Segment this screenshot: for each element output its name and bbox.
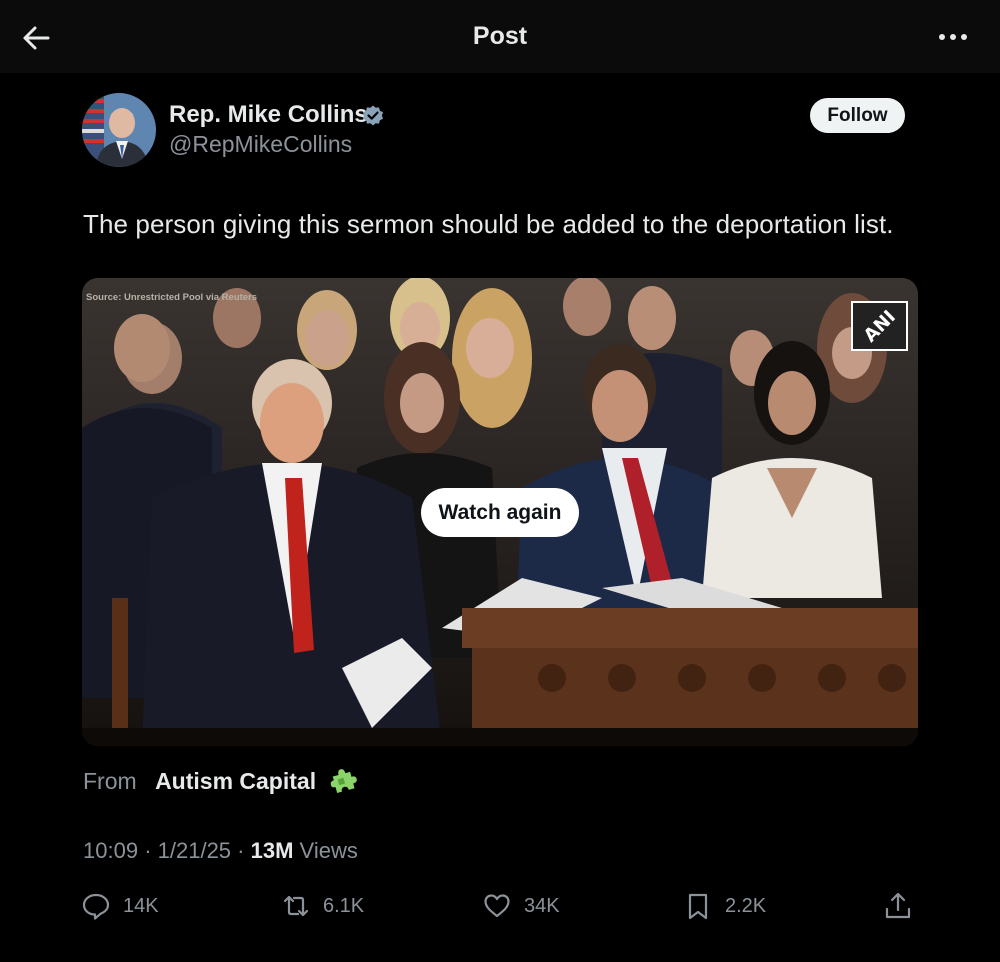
repost-button[interactable]: 6.1K	[281, 889, 364, 923]
views-count: 13M	[250, 838, 294, 863]
video-player[interactable]: Source: Unrestricted Pool via Reuters AN…	[82, 278, 918, 746]
follow-button[interactable]: Follow	[810, 98, 905, 133]
bookmark-icon	[688, 893, 708, 920]
page-title: Post	[472, 22, 528, 50]
post-meta: 10:09 · 1/21/25 · 13M Views	[83, 838, 358, 864]
repost-icon	[283, 895, 309, 917]
reply-button[interactable]: 14K	[81, 889, 159, 923]
verified-badge-icon	[361, 104, 385, 128]
more-options-button[interactable]	[934, 26, 974, 48]
like-count: 34K	[524, 894, 560, 917]
puzzle-piece-icon	[328, 765, 358, 795]
bookmark-count: 2.2K	[725, 894, 767, 917]
heart-icon	[484, 894, 510, 918]
from-source-link[interactable]: Autism Capital	[155, 768, 316, 794]
meta-separator: ·	[237, 838, 245, 863]
post-date: 1/21/25	[157, 838, 232, 863]
ani-watermark-text: ANI	[859, 305, 900, 347]
meta-separator: ·	[144, 838, 152, 863]
share-button[interactable]	[883, 889, 913, 923]
author-handle[interactable]: @RepMikeCollins	[169, 131, 352, 158]
ani-watermark-logo: ANI	[851, 301, 908, 351]
source-credit: Source: Unrestricted Pool via Reuters	[86, 292, 258, 303]
post-text: The person giving this sermon should be …	[83, 209, 894, 239]
post-time: 10:09	[83, 838, 139, 863]
bookmark-button[interactable]: 2.2K	[683, 889, 766, 923]
watch-again-button[interactable]: Watch again	[421, 488, 579, 537]
from-label: From	[83, 768, 137, 794]
share-icon	[885, 892, 911, 919]
attribution-row: From Autism Capital	[83, 765, 358, 795]
views-label: Views	[299, 838, 358, 863]
author-name[interactable]: Rep. Mike Collins	[169, 101, 368, 129]
reply-count: 14K	[123, 894, 159, 917]
avatar-image	[82, 93, 156, 167]
avatar[interactable]	[82, 93, 156, 167]
more-horizontal-icon	[939, 34, 967, 40]
like-button[interactable]: 34K	[482, 889, 560, 923]
top-bar: Post	[0, 0, 1000, 73]
repost-count: 6.1K	[323, 894, 365, 917]
reply-icon	[82, 893, 110, 920]
